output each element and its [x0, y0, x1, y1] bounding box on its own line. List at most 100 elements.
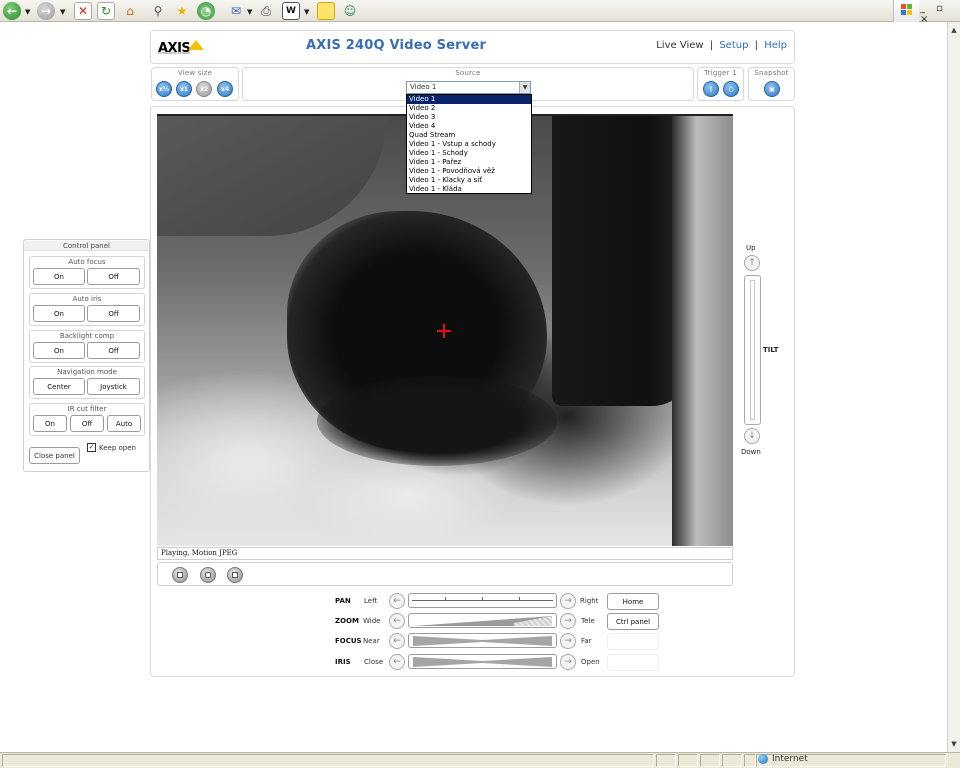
globe-icon: [758, 754, 768, 764]
close-panel-button[interactable]: Close panel: [29, 447, 80, 464]
tilt-slider[interactable]: [744, 275, 761, 425]
iris-close-arrow-icon[interactable]: ←: [389, 654, 405, 670]
ctrl-panel-button[interactable]: Ctrl panel: [607, 613, 659, 630]
page-title: AXIS 240Q Video Server: [306, 38, 487, 53]
word-icon[interactable]: W: [282, 2, 300, 20]
scroll-down-icon[interactable]: ▼: [948, 738, 960, 750]
pan-right-arrow-icon[interactable]: →: [560, 593, 576, 609]
fullscreen-button[interactable]: [227, 567, 243, 583]
player-controls: [157, 562, 733, 586]
source-option[interactable]: Video 1 - Kláda: [407, 185, 531, 194]
nav-live-view[interactable]: Live View: [656, 40, 703, 51]
zoom-wide-arrow-icon[interactable]: ←: [389, 613, 405, 629]
focus-far-arrow-icon[interactable]: →: [560, 633, 576, 649]
pan-right-label: Right: [580, 597, 599, 605]
auto-focus-off-button[interactable]: Off: [87, 268, 140, 285]
iris-slider[interactable]: [408, 654, 557, 669]
control-panel: Control panel Auto focus On Off Auto iri…: [23, 239, 150, 472]
navigation-joystick-button[interactable]: Joystick: [87, 378, 140, 395]
source-option[interactable]: Video 2: [407, 104, 531, 113]
source-option[interactable]: Video 1 - Klacky a síť: [407, 176, 531, 185]
nav-separator: |: [709, 40, 714, 51]
focus-slider[interactable]: [408, 633, 557, 648]
navigation-center-button[interactable]: Center: [33, 378, 85, 395]
source-option[interactable]: Video 1 - Pařez: [407, 158, 531, 167]
view-size-2x-button[interactable]: x2: [196, 81, 212, 97]
forward-dropdown-icon[interactable]: ▼: [60, 8, 65, 16]
back-icon[interactable]: ←: [3, 2, 21, 20]
source-option[interactable]: Video 1 - Schody: [407, 149, 531, 158]
notes-icon[interactable]: [317, 2, 335, 20]
source-option[interactable]: Video 1: [407, 95, 531, 104]
ir-cut-on-button[interactable]: On: [33, 415, 67, 432]
scroll-up-icon[interactable]: ▲: [948, 24, 960, 36]
iris-open-arrow-icon[interactable]: →: [560, 654, 576, 670]
navigation-mode-label: Navigation mode: [57, 368, 117, 376]
nav-setup-link[interactable]: Setup: [719, 40, 748, 51]
backlight-on-button[interactable]: On: [33, 342, 85, 359]
mail-icon[interactable]: ✉: [227, 2, 245, 20]
vertical-scrollbar[interactable]: ▲ ▼: [947, 22, 960, 752]
messenger-icon[interactable]: ☺: [341, 2, 359, 20]
nav-help-link[interactable]: Help: [764, 40, 787, 51]
fullscreen-icon: [232, 572, 238, 578]
stop-icon[interactable]: ✕: [74, 2, 92, 20]
view-size-half-button[interactable]: x½: [156, 81, 172, 97]
focus-near-arrow-icon[interactable]: ←: [389, 633, 405, 649]
keep-open-checkbox[interactable]: ✓: [87, 443, 96, 452]
tilt-down-label: Down: [741, 448, 761, 456]
source-option[interactable]: Video 1 - Vstup a schody: [407, 140, 531, 149]
source-option[interactable]: Quad Stream: [407, 131, 531, 140]
mail-dropdown-icon[interactable]: ▼: [247, 8, 252, 16]
zoom-slider[interactable]: [408, 613, 557, 628]
word-dropdown-icon[interactable]: ▼: [304, 8, 309, 16]
keep-open-option[interactable]: ✓ Keep open: [87, 443, 136, 452]
pan-slider[interactable]: [408, 593, 557, 608]
auto-focus-group: Auto focus On Off: [29, 256, 145, 289]
trigger-on-button[interactable]: |: [703, 81, 719, 97]
backlight-off-button[interactable]: Off: [87, 342, 140, 359]
view-size-4x-button[interactable]: x4: [217, 81, 233, 97]
home-icon[interactable]: ⌂: [121, 2, 139, 20]
search-icon[interactable]: ⚲: [149, 2, 167, 20]
tilt-slider-track: [750, 280, 755, 420]
history-icon[interactable]: ◔: [197, 2, 215, 20]
pan-slider-tick: [519, 597, 520, 601]
tilt-down-arrow-icon[interactable]: ↓: [744, 428, 760, 444]
snapshot-label: Snapshot: [754, 69, 789, 77]
refresh-icon[interactable]: ↻: [97, 2, 115, 20]
focus-far-label: Far: [581, 637, 592, 645]
stop-button[interactable]: [172, 567, 188, 583]
snapshot-button[interactable]: [200, 567, 216, 583]
top-nav: Live View | Setup | Help: [656, 40, 787, 51]
trigger-off-button[interactable]: ○: [723, 81, 739, 97]
view-size-1x-button[interactable]: x1: [176, 81, 192, 97]
status-segment: [722, 754, 742, 767]
tilt-up-arrow-icon[interactable]: ↑: [744, 255, 760, 271]
home-button[interactable]: Home: [607, 593, 659, 610]
ir-cut-filter-group: IR cut filter On Off Auto: [29, 403, 145, 436]
source-option[interactable]: Video 3: [407, 113, 531, 122]
favorites-star-icon[interactable]: ★: [173, 2, 191, 20]
pan-left-arrow-icon[interactable]: ←: [389, 593, 405, 609]
zoom-wide-label: Wide: [363, 617, 381, 625]
source-option[interactable]: Video 1 - Povodňová věž: [407, 167, 531, 176]
ir-cut-off-button[interactable]: Off: [70, 415, 104, 432]
zoom-label: ZOOM: [335, 617, 359, 625]
auto-iris-off-button[interactable]: Off: [87, 305, 140, 322]
focus-extra-button: [607, 633, 659, 650]
snapshot-camera-icon[interactable]: ▣: [764, 81, 780, 97]
print-icon[interactable]: ⎙: [257, 2, 275, 20]
ir-cut-auto-button[interactable]: Auto: [107, 415, 141, 432]
source-dropdown-list[interactable]: Video 1 Video 2 Video 3 Video 4 Quad Str…: [406, 94, 532, 194]
chevron-down-icon[interactable]: ▼: [519, 82, 530, 93]
auto-focus-on-button[interactable]: On: [33, 268, 85, 285]
back-dropdown-icon[interactable]: ▼: [25, 8, 30, 16]
auto-iris-on-button[interactable]: On: [33, 305, 85, 322]
source-option[interactable]: Video 4: [407, 122, 531, 131]
source-select[interactable]: Video 1 ▼: [406, 81, 531, 94]
zoom-tele-arrow-icon[interactable]: →: [560, 613, 576, 629]
backlight-label: Backlight comp: [59, 332, 115, 340]
iris-open-label: Open: [581, 658, 600, 666]
forward-icon[interactable]: →: [37, 2, 55, 20]
